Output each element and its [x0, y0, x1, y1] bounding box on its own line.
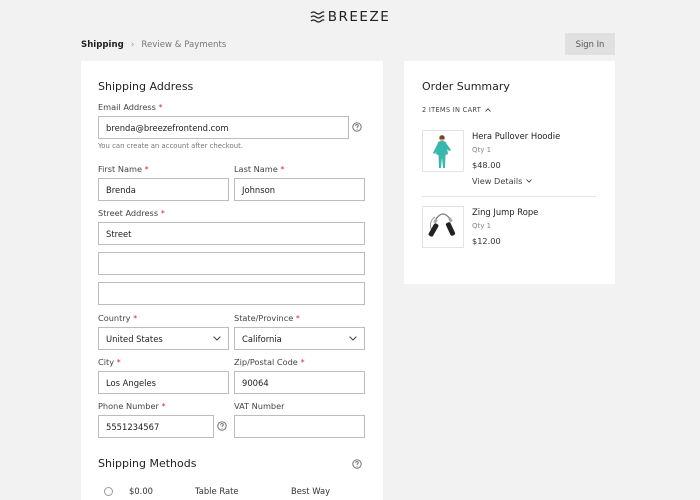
zip-field[interactable]: 90064: [234, 371, 365, 394]
shipping-methods-title: Shipping Methods: [98, 457, 197, 470]
breadcrumb-separator: ›: [130, 40, 135, 50]
last-name-value: Johnson: [242, 184, 276, 195]
product-price: $12.00: [472, 236, 501, 246]
street-line-2-field[interactable]: [98, 252, 365, 275]
brand-name: BREEZE: [327, 9, 391, 25]
country-value: United States: [106, 333, 163, 344]
product-qty: Qty 1: [472, 222, 492, 230]
street-line-1-field[interactable]: Street: [98, 222, 365, 245]
zip-value: 90064: [242, 377, 269, 388]
email-label: Email Address *: [98, 102, 163, 112]
first-name-label: First Name *: [98, 164, 149, 174]
city-field[interactable]: Los Angeles: [98, 371, 229, 394]
product-qty: Qty 1: [472, 146, 492, 154]
shipping-method-price: $0.00: [129, 486, 153, 496]
phone-value: 5551234567: [106, 421, 160, 432]
phone-label: Phone Number *: [98, 401, 166, 411]
sign-in-button[interactable]: Sign In: [565, 33, 615, 55]
first-name-value: Brenda: [106, 184, 136, 195]
breeze-waves-icon: [310, 11, 325, 23]
vat-label: VAT Number: [234, 401, 285, 411]
product-thumbnail-jump-rope[interactable]: [422, 206, 464, 248]
first-name-field[interactable]: Brenda: [98, 178, 229, 201]
product-thumbnail-hoodie[interactable]: [422, 130, 464, 172]
email-help-icon[interactable]: [352, 122, 362, 132]
street-line-1-value: Street: [106, 228, 132, 239]
items-in-cart-toggle[interactable]: 2 ITEMS IN CART: [422, 106, 491, 114]
last-name-label: Last Name *: [234, 164, 285, 174]
view-details-toggle[interactable]: View Details: [472, 176, 533, 186]
chevron-down-icon: [349, 336, 357, 341]
shipping-method-name: Table Rate: [195, 486, 239, 496]
email-hint: You can create an account after checkout…: [98, 142, 244, 150]
email-field[interactable]: brenda@breezefrontend.com: [98, 116, 349, 139]
order-summary-title: Order Summary: [422, 80, 510, 93]
zip-label: Zip/Postal Code *: [234, 357, 305, 367]
view-details-label: View Details: [472, 176, 523, 186]
phone-help-icon[interactable]: [217, 421, 227, 431]
vat-field[interactable]: [234, 415, 365, 438]
shipping-methods-help-icon[interactable]: [352, 459, 362, 469]
item-divider: [422, 196, 596, 197]
last-name-field[interactable]: Johnson: [234, 178, 365, 201]
breadcrumb-shipping: Shipping: [81, 40, 124, 50]
breadcrumb: Shipping › Review & Payments: [81, 38, 226, 52]
street-line-3-field[interactable]: [98, 282, 365, 305]
shipping-method-row[interactable]: $0.00 Table Rate Best Way: [104, 485, 364, 499]
breadcrumb-review-payments[interactable]: Review & Payments: [141, 40, 226, 50]
street-label: Street Address *: [98, 208, 165, 218]
country-select[interactable]: United States: [98, 327, 229, 350]
email-value: brenda@breezefrontend.com: [106, 122, 229, 133]
items-in-cart-label: 2 ITEMS IN CART: [422, 106, 482, 114]
chevron-down-icon: [213, 336, 221, 341]
state-label: State/Province *: [234, 313, 300, 323]
city-label: City *: [98, 357, 121, 367]
state-value: California: [242, 333, 282, 344]
product-price: $48.00: [472, 160, 501, 170]
country-label: Country *: [98, 313, 138, 323]
jump-rope-image: [428, 213, 456, 237]
product-name: Zing Jump Rope: [472, 207, 539, 217]
state-select[interactable]: California: [234, 327, 365, 350]
chevron-up-icon: [485, 108, 491, 112]
shipping-address-title: Shipping Address: [98, 80, 194, 93]
chevron-down-icon: [526, 179, 533, 183]
shipping-method-carrier: Best Way: [291, 486, 331, 496]
shipping-method-radio[interactable]: [104, 487, 113, 496]
phone-field[interactable]: 5551234567: [98, 415, 214, 438]
hoodie-image: [433, 135, 451, 168]
city-value: Los Angeles: [106, 377, 157, 388]
product-name: Hera Pullover Hoodie: [472, 131, 561, 141]
brand-logo[interactable]: BREEZE: [0, 8, 700, 26]
